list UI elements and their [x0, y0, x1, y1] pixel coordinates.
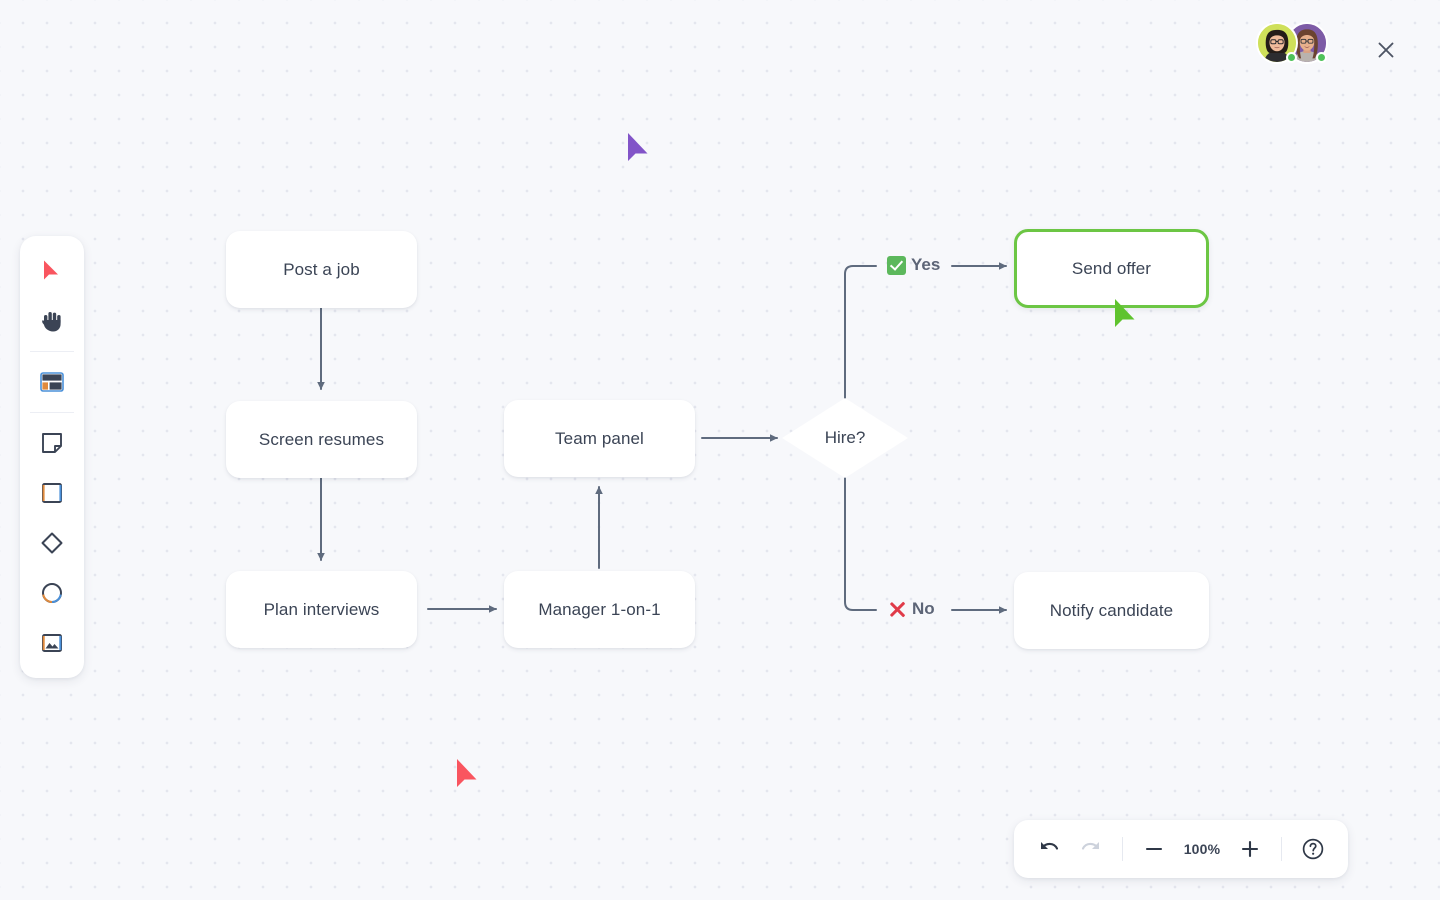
flow-node-post-a-job[interactable]: Post a job	[226, 231, 417, 308]
node-label: Send offer	[1071, 258, 1152, 278]
node-label: Plan interviews	[263, 599, 380, 619]
presence-avatars[interactable]	[1256, 22, 1328, 64]
node-label: Team panel	[555, 428, 644, 448]
flow-node-team-panel[interactable]: Team panel	[504, 400, 695, 477]
redo-button[interactable]	[1070, 828, 1112, 870]
image-tool[interactable]	[30, 621, 74, 665]
online-status-dot	[1286, 52, 1297, 63]
toolbar-divider	[30, 351, 74, 352]
circle-shape-tool[interactable]	[30, 571, 74, 615]
hand-tool[interactable]	[30, 299, 74, 343]
zoom-in-button[interactable]	[1229, 828, 1271, 870]
close-button[interactable]	[1368, 32, 1404, 68]
node-label: Post a job	[283, 259, 360, 279]
flow-node-screen-resumes[interactable]: Screen resumes	[226, 401, 417, 478]
branch-label-yes[interactable]: Yes	[887, 255, 940, 275]
branch-label-text: Yes	[911, 255, 941, 274]
flow-node-send-offer[interactable]: Send offer	[1014, 229, 1209, 308]
flow-node-manager-1on1[interactable]: Manager 1-on-1	[504, 571, 695, 648]
branch-label-text: No	[912, 599, 935, 618]
node-label: Hire?	[824, 428, 866, 447]
node-label: Screen resumes	[258, 429, 385, 449]
select-tool[interactable]	[30, 249, 74, 293]
toolbar-divider	[1122, 837, 1123, 861]
connector-layer	[317, 262, 1007, 614]
purple-collaborator-cursor	[626, 131, 654, 170]
zoom-out-button[interactable]	[1133, 828, 1175, 870]
zoom-toolbar[interactable]: 100%	[1014, 820, 1348, 878]
branch-label-no[interactable]: No	[888, 599, 935, 619]
zoom-level-label: 100%	[1183, 841, 1221, 857]
node-label: Notify candidate	[1049, 600, 1174, 620]
toolbar-divider	[30, 412, 74, 413]
red-collaborator-cursor	[455, 757, 483, 796]
sticky-note-tool[interactable]	[30, 421, 74, 465]
undo-button[interactable]	[1028, 828, 1070, 870]
node-label: Manager 1-on-1	[538, 599, 661, 619]
check-mark-button-icon	[887, 255, 906, 275]
diamond-shape-tool[interactable]	[30, 521, 74, 565]
flow-node-notify-candidate[interactable]: Notify candidate	[1014, 572, 1209, 649]
toolbar-divider	[1281, 837, 1282, 861]
flow-node-plan-interviews[interactable]: Plan interviews	[226, 571, 417, 648]
frame-tool[interactable]	[30, 360, 74, 404]
help-button[interactable]	[1292, 828, 1334, 870]
online-status-dot	[1316, 52, 1327, 63]
left-tool-rail[interactable]	[20, 236, 84, 678]
square-shape-tool[interactable]	[30, 471, 74, 515]
avatar[interactable]	[1256, 22, 1298, 64]
cross-mark-icon	[888, 600, 907, 619]
whiteboard-canvas[interactable]: Post a job Screen resumes Plan interview…	[0, 0, 1440, 900]
flow-node-hire-decision[interactable]: Hire?	[782, 398, 908, 478]
